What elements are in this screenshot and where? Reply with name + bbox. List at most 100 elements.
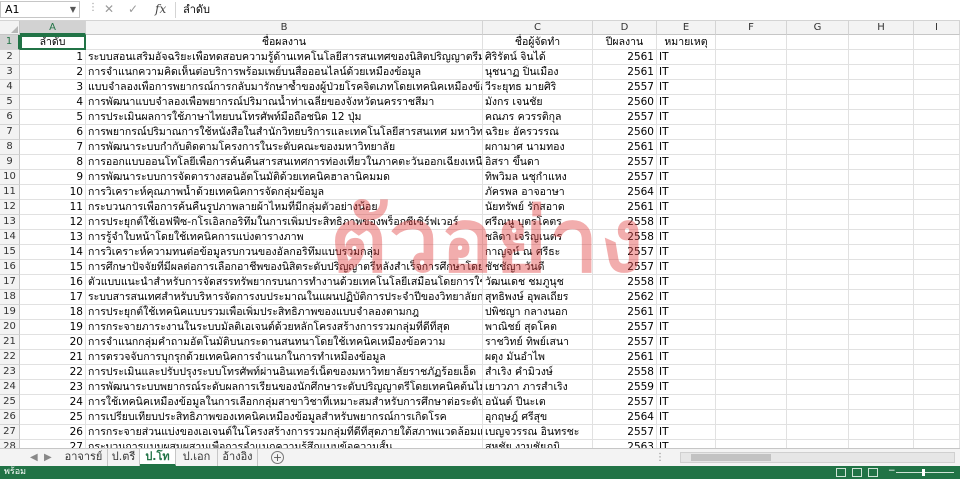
table-cell[interactable]: การจำแนกกลุ่มคำถามอัตโนมัติบนกระดานสนทนา…	[86, 335, 483, 350]
column-header-a[interactable]: A	[20, 21, 86, 35]
table-cell[interactable]: 8	[20, 155, 86, 170]
table-cell[interactable]	[914, 350, 960, 365]
table-cell[interactable]: IT	[657, 305, 716, 320]
table-cell[interactable]: แบบจำลองเพื่อการพยากรณ์การกลับมารักษาซ้ำ…	[86, 80, 483, 95]
table-cell[interactable]: การประเมินและปรับปรุงระบบโทรศัพท์ผ่านอิน…	[86, 365, 483, 380]
table-cell[interactable]: IT	[657, 365, 716, 380]
table-cell[interactable]	[716, 80, 787, 95]
table-cell[interactable]: 2558	[593, 215, 657, 230]
table-cell[interactable]	[716, 170, 787, 185]
table-cell[interactable]	[914, 320, 960, 335]
table-cell[interactable]	[849, 425, 914, 440]
table-cell[interactable]: การพัฒนาแบบจำลองเพื่อพยากรณ์ปริมาณน้ำท่า…	[86, 95, 483, 110]
table-cell[interactable]: ชลิดา เจริญเนตร	[483, 230, 593, 245]
table-cell[interactable]	[849, 380, 914, 395]
table-cell[interactable]: IT	[657, 215, 716, 230]
table-cell[interactable]: 18	[20, 305, 86, 320]
table-cell[interactable]	[914, 260, 960, 275]
table-cell[interactable]	[787, 425, 849, 440]
table-cell[interactable]	[849, 110, 914, 125]
table-cell[interactable]: 2561	[593, 50, 657, 65]
table-cell[interactable]: IT	[657, 440, 716, 448]
sheet-tab[interactable]: ป.ตรี	[108, 449, 140, 466]
table-cell[interactable]	[914, 275, 960, 290]
table-cell[interactable]: 2561	[593, 200, 657, 215]
table-cell[interactable]: ฉริยะ อัครวรรณ	[483, 125, 593, 140]
table-cell[interactable]	[716, 380, 787, 395]
table-cell[interactable]	[716, 365, 787, 380]
table-cell[interactable]	[787, 320, 849, 335]
table-cell[interactable]: สุทธิพงษ์ อุพลเถียร	[483, 290, 593, 305]
table-cell[interactable]	[914, 155, 960, 170]
row-header[interactable]: 17	[0, 275, 20, 290]
header-cell[interactable]: ปีผลงาน	[593, 35, 657, 50]
table-cell[interactable]	[787, 305, 849, 320]
table-cell[interactable]	[914, 65, 960, 80]
table-cell[interactable]: IT	[657, 290, 716, 305]
table-cell[interactable]: 2557	[593, 395, 657, 410]
column-header-e[interactable]: E	[657, 21, 716, 35]
table-cell[interactable]	[787, 140, 849, 155]
table-cell[interactable]: คณภร ควรรติกุล	[483, 110, 593, 125]
table-cell[interactable]: นัยทรัพย์ รักสอาด	[483, 200, 593, 215]
table-cell[interactable]: 2562	[593, 290, 657, 305]
table-cell[interactable]: 9	[20, 170, 86, 185]
table-cell[interactable]	[787, 65, 849, 80]
row-header[interactable]: 7	[0, 125, 20, 140]
table-cell[interactable]	[716, 410, 787, 425]
table-cell[interactable]: การประเมินผลการใช้ภาษาไทยบนโทรศัพท์มือถื…	[86, 110, 483, 125]
table-cell[interactable]: การวิเคราะห์ความทนต่อข้อมูลรบกวนของอัลกอ…	[86, 245, 483, 260]
table-cell[interactable]	[716, 65, 787, 80]
row-header[interactable]: 22	[0, 350, 20, 365]
table-cell[interactable]: การเปรียบเทียบประสิทธิภาพของเทคนิคเหมือง…	[86, 410, 483, 425]
table-cell[interactable]: การวิเคราะห์คุณภาพน้ำด้วยเทคนิคการจัดกลุ…	[86, 185, 483, 200]
table-cell[interactable]: การศึกษาปัจจัยที่มีผลต่อการเลือกอาชีพของ…	[86, 260, 483, 275]
table-cell[interactable]	[849, 95, 914, 110]
zoom-out-icon[interactable]: −	[888, 465, 896, 478]
table-cell[interactable]	[849, 200, 914, 215]
table-cell[interactable]: 2557	[593, 260, 657, 275]
row-header[interactable]: 15	[0, 245, 20, 260]
row-header[interactable]: 5	[0, 95, 20, 110]
table-cell[interactable]: 2560	[593, 125, 657, 140]
row-header[interactable]: 8	[0, 140, 20, 155]
table-cell[interactable]: 25	[20, 410, 86, 425]
table-cell[interactable]	[914, 440, 960, 448]
table-cell[interactable]	[716, 230, 787, 245]
table-cell[interactable]: 2557	[593, 320, 657, 335]
table-cell[interactable]	[849, 305, 914, 320]
table-cell[interactable]	[787, 275, 849, 290]
table-cell[interactable]	[914, 95, 960, 110]
table-cell[interactable]	[849, 440, 914, 448]
formula-input[interactable]: ลำดับ	[183, 1, 210, 18]
row-header[interactable]: 2	[0, 50, 20, 65]
tab-scroll-left-icon[interactable]: ◀	[30, 449, 38, 466]
add-sheet-button[interactable]: +	[271, 451, 284, 464]
table-cell[interactable]: IT	[657, 125, 716, 140]
table-cell[interactable]	[849, 50, 914, 65]
table-cell[interactable]: 2561	[593, 350, 657, 365]
table-cell[interactable]: 3	[20, 80, 86, 95]
column-header-c[interactable]: C	[483, 21, 593, 35]
table-cell[interactable]: IT	[657, 275, 716, 290]
row-header[interactable]: 28	[0, 440, 20, 448]
table-cell[interactable]: 2557	[593, 80, 657, 95]
table-cell[interactable]: 2557	[593, 155, 657, 170]
table-cell[interactable]	[914, 230, 960, 245]
column-header-i[interactable]: I	[914, 21, 960, 35]
table-cell[interactable]: ผกามาศ นามทอง	[483, 140, 593, 155]
table-cell[interactable]: นุชนาฏ ปิ่นเมือง	[483, 65, 593, 80]
table-cell[interactable]: การตรวจจับการบุกรุกด้วยเทคนิคการจำแนกในก…	[86, 350, 483, 365]
table-cell[interactable]	[849, 290, 914, 305]
row-header[interactable]: 3	[0, 65, 20, 80]
table-cell[interactable]	[849, 170, 914, 185]
table-cell[interactable]: 2	[20, 65, 86, 80]
table-cell[interactable]	[716, 50, 787, 65]
table-cell[interactable]: IT	[657, 200, 716, 215]
table-cell[interactable]	[849, 245, 914, 260]
table-cell[interactable]: การประยุกต์ใช้เอฟฟีซ-กโรเอิลกอริทึมในการ…	[86, 215, 483, 230]
table-cell[interactable]: 4	[20, 95, 86, 110]
table-cell[interactable]: กาญจน์ ณ ศรีธะ	[483, 245, 593, 260]
table-cell[interactable]	[849, 65, 914, 80]
table-cell[interactable]: 2558	[593, 230, 657, 245]
